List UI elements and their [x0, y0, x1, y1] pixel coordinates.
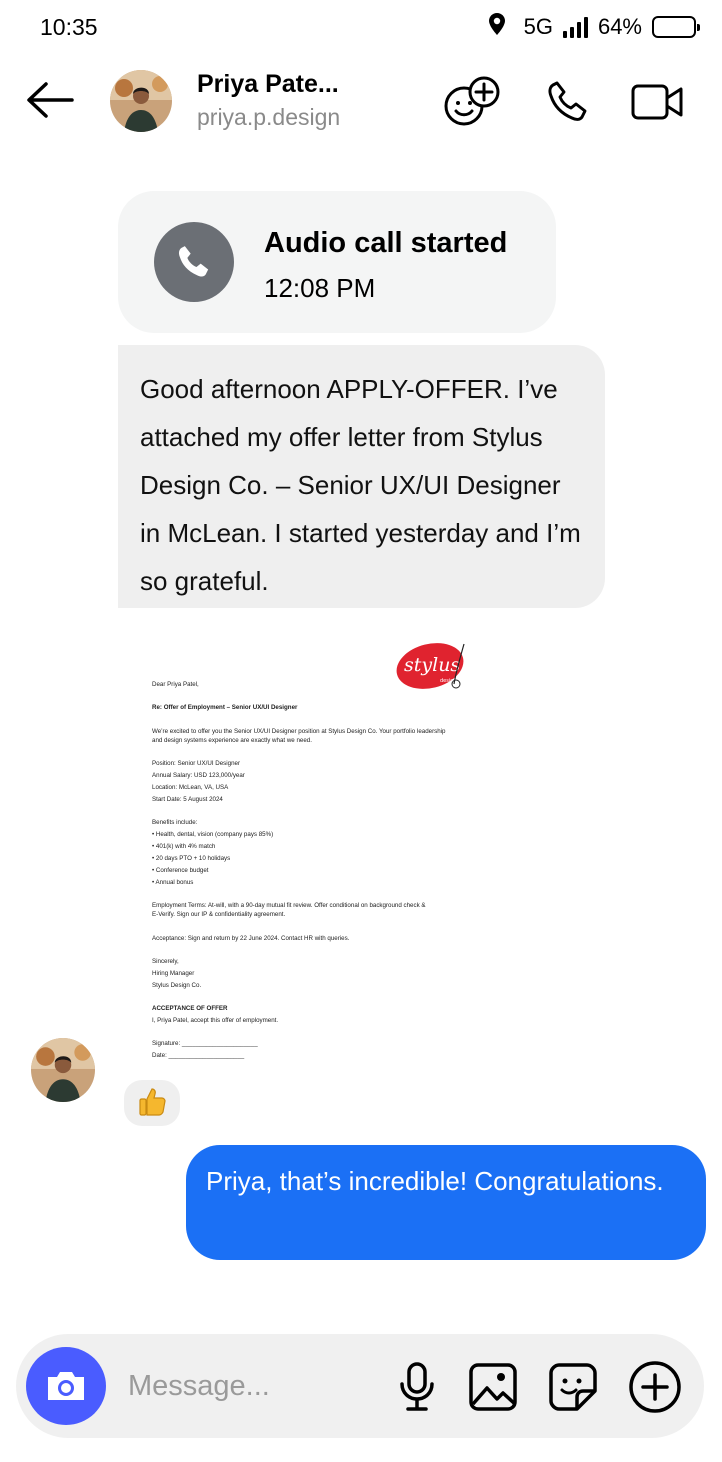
letter-line: Benefits include: [152, 819, 198, 826]
letter-line: and design systems experience are exactl… [152, 737, 312, 744]
letter-line: I, Priya Patel, accept this offer of emp… [152, 1017, 279, 1024]
letter-line: Acceptance: Sign and return by 22 June 2… [152, 935, 350, 942]
video-camera-icon[interactable] [628, 72, 688, 132]
contact-handle: priya.p.design [197, 104, 341, 130]
stylus-logo: stylus design [394, 640, 474, 692]
letter-line: Employment Terms: At-will, with a 90-day… [152, 902, 426, 909]
thumbs-up-icon [138, 1086, 166, 1121]
letter-line: Location: McLean, VA, USA [152, 784, 229, 791]
letter-line: • 20 days PTO + 10 holidays [152, 855, 231, 862]
signal-icon [562, 16, 588, 38]
phone-icon [154, 222, 234, 302]
letter-line: ACCEPTANCE OF OFFER [152, 1005, 228, 1012]
letter-line: Sincerely, [152, 958, 179, 965]
network-label: 5G [523, 14, 553, 39]
thumbs-up-reaction[interactable] [124, 1080, 180, 1126]
letter-line: Stylus Design Co. [152, 982, 202, 989]
letter-line: • Conference budget [152, 867, 209, 874]
letter-line: Dear Priya Patel, [152, 681, 199, 688]
svg-text:stylus: stylus [404, 654, 460, 676]
call-time: 12:08 PM [264, 273, 376, 303]
letter-line: • 401(k) with 4% match [152, 843, 216, 850]
gallery-icon[interactable] [466, 1360, 520, 1414]
letter-line: Hiring Manager [152, 970, 195, 977]
battery-label: 64% [597, 14, 642, 39]
letter-line: Re: Offer of Employment – Senior UX/UI D… [152, 704, 298, 711]
audio-call-card[interactable]: Audio call started 12:08 PM [118, 191, 556, 333]
offer-letter-attachment[interactable]: stylus design Dear Priya Patel, Re: Offer… [118, 628, 488, 1068]
location-icon [488, 12, 506, 42]
letter-line: E-Verify. Sign our IP & confidentiality … [152, 911, 286, 918]
outgoing-message-bubble[interactable]: Priya, that’s incredible! Congratulation… [186, 1145, 706, 1260]
letter-line: Position: Senior UX/UI Designer [152, 760, 241, 767]
plus-icon[interactable] [628, 1360, 682, 1414]
status-time: 10:35 [40, 14, 98, 40]
sticker-icon[interactable] [546, 1360, 600, 1414]
microphone-icon[interactable] [390, 1360, 444, 1414]
message-input[interactable] [128, 1364, 378, 1408]
incoming-message-bubble[interactable]: Good afternoon APPLY-OFFER. I’ve attache… [118, 345, 605, 608]
contact-avatar[interactable] [110, 70, 172, 132]
letter-line: We’re excited to offer you the Senior UX… [152, 728, 446, 735]
letter-line: Start Date: 5 August 2024 [152, 796, 223, 803]
letter-line: • Annual bonus [152, 879, 194, 886]
message-composer [16, 1334, 704, 1438]
battery-icon [652, 16, 700, 38]
camera-icon[interactable] [26, 1347, 106, 1425]
letter-line: • Health, dental, vision (company pays 8… [152, 831, 274, 838]
letter-line: Date: ______________________ [152, 1052, 245, 1059]
status-bar: 10:35 5G 64% [0, 0, 722, 58]
back-arrow-icon[interactable] [22, 78, 76, 122]
add-emoji-icon[interactable] [442, 72, 502, 132]
contact-name[interactable]: Priya Pate... [197, 70, 357, 99]
letter-line: Annual Salary: USD 123,000/year [152, 772, 245, 779]
letter-line: Signature: ______________________ [152, 1040, 258, 1047]
sender-avatar[interactable] [31, 1038, 95, 1102]
chat-header: Priya Pate... priya.p.design [0, 58, 722, 148]
phone-icon[interactable] [538, 72, 598, 132]
call-title: Audio call started [264, 227, 508, 259]
